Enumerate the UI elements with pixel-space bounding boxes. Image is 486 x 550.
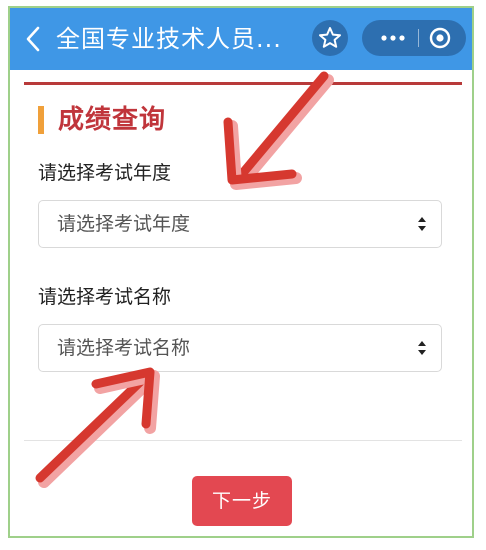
annotation-arrows (35, 71, 334, 488)
annotation-arrow-top (223, 71, 334, 190)
close-icon[interactable] (428, 26, 452, 50)
caret-icon (418, 341, 426, 355)
mini-program-capsule (362, 20, 466, 56)
page-title: 全国专业技术人员... (56, 25, 282, 53)
more-icon[interactable] (374, 26, 412, 50)
caret-icon (418, 217, 426, 231)
phone-frame: 全国专业技术人员... 成绩查询 请选择考试年度 请选择考试年度 请选择考试名称… (8, 6, 474, 538)
capsule-divider (418, 29, 419, 47)
star-icon (319, 27, 341, 48)
exam-name-select[interactable]: 请选择考试名称 (38, 324, 442, 372)
exam-year-label: 请选择考试年度 (38, 162, 172, 184)
exam-year-select[interactable]: 请选择考试年度 (38, 200, 442, 248)
exam-name-label: 请选择考试名称 (38, 286, 172, 308)
favorite-button[interactable] (312, 20, 348, 56)
exam-name-select-value: 请选择考试名称 (57, 337, 191, 359)
exam-year-select-value: 请选择考试年度 (57, 213, 191, 235)
content-divider (24, 440, 462, 441)
annotation-arrow-bottom (35, 367, 160, 488)
header-rule (24, 82, 462, 85)
next-step-button[interactable]: 下一步 (192, 476, 292, 526)
section-accent-bar (38, 106, 44, 134)
section-title: 成绩查询 (58, 105, 167, 135)
back-icon[interactable] (20, 22, 46, 56)
title-bar: 全国专业技术人员... (10, 8, 472, 70)
